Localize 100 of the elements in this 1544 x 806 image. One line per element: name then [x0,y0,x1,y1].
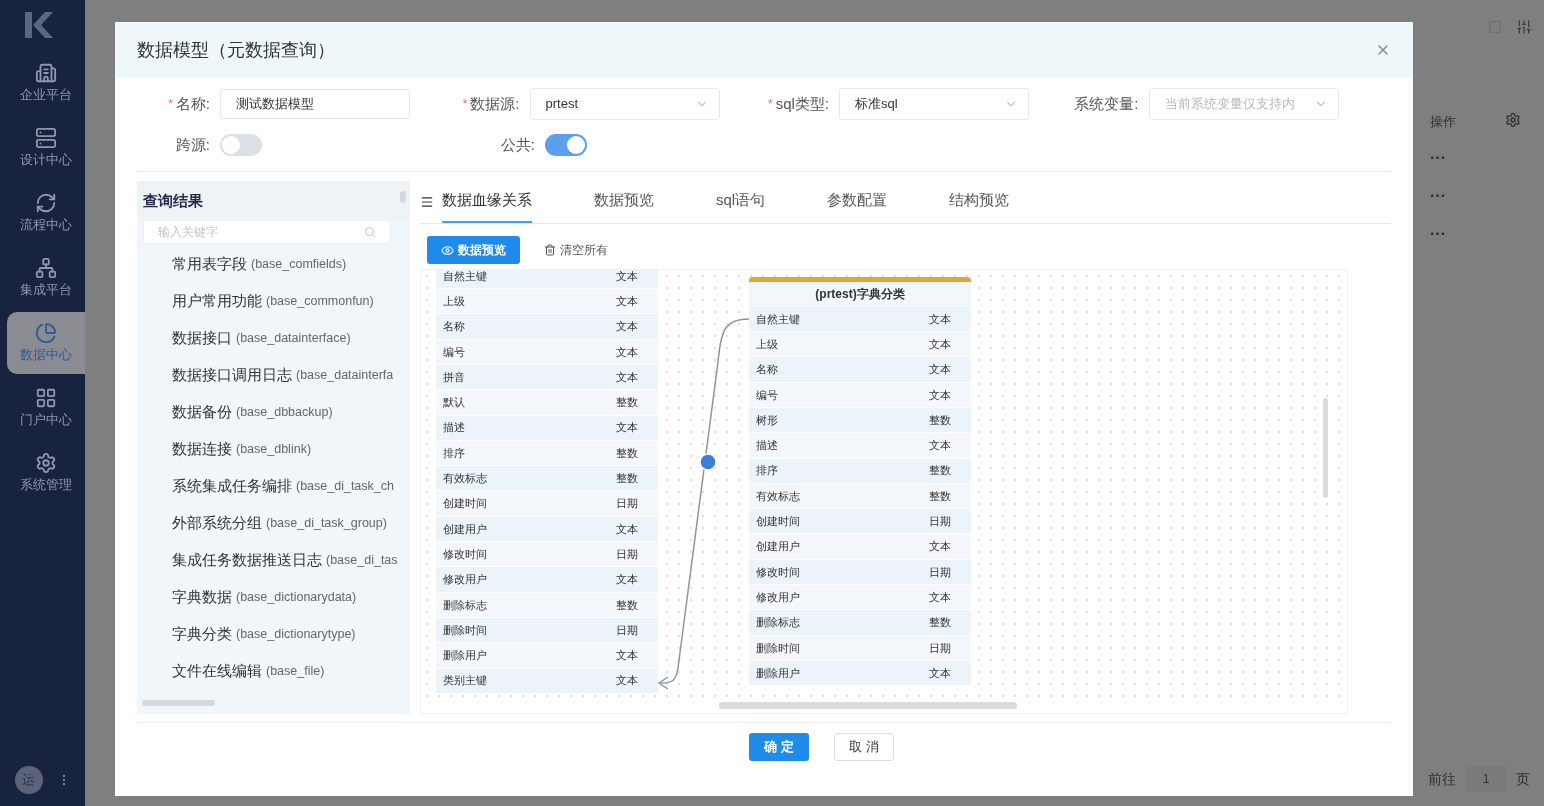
nav-icon [35,322,57,344]
table-list-item[interactable]: 字典数据 (base_dictionarydata) [172,579,398,616]
nav-icon [35,452,57,474]
field-type: 整数 [616,445,638,461]
field-type: 文本 [929,362,951,378]
field-name: 排序 [756,463,778,479]
text-field[interactable]: 测试数据模型 [220,89,410,119]
nav-item[interactable]: 流程中心 [7,181,85,244]
field-type: 文本 [616,673,638,689]
scrollbar-thumb[interactable] [142,700,215,706]
cancel-button[interactable]: 取 消 [834,733,894,761]
table-list-item[interactable]: 数据备份 (base_dbbackup) [172,394,398,431]
field-name: 删除时间 [756,640,800,656]
field-type: 文本 [616,572,638,588]
nav-item[interactable]: 系统管理 [7,441,85,504]
field-type: 文本 [616,319,638,335]
field-name: 编号 [443,344,465,360]
field-name: 默认 [443,395,465,411]
field-name: 修改时间 [443,546,487,562]
field-type: 整数 [929,615,951,631]
field-type: 日期 [929,514,951,530]
field-name: 删除用户 [443,648,487,664]
nav-icon [35,257,57,279]
table-list-item[interactable]: 字典分类 (base_dictionarytype) [172,616,398,653]
goto-label: 前往 [1428,769,1456,789]
field-type: 文本 [929,589,951,605]
nav-item[interactable]: 门户中心 [7,376,85,439]
page-unit: 页 [1516,769,1530,789]
field-name: 描述 [443,420,465,436]
field-type: 整数 [616,395,638,411]
field-name: 排序 [443,445,465,461]
field-name: 有效标志 [443,471,487,487]
field-name: 创建时间 [443,496,487,512]
nav-icon [35,62,57,84]
nav-item[interactable]: 企业平台 [7,51,85,114]
toggle-switch[interactable] [220,134,262,156]
field-label: sql类型: [775,93,829,114]
tab[interactable]: 参数配置 [827,180,888,223]
field-name: 名称 [443,319,465,335]
nav-icon [35,127,57,149]
nav-item[interactable]: 设计中心 [7,116,85,179]
field-type: 日期 [616,546,638,562]
table-list-item[interactable]: 数据连接 (base_dblink) [172,431,398,468]
nav-icon [35,387,57,409]
field-name: 删除标志 [756,615,800,631]
tab[interactable]: 数据预览 [594,180,654,223]
tab[interactable]: 数据血缘关系 [442,180,532,223]
sliders-icon[interactable] [1516,19,1532,35]
field-type: 整数 [929,463,951,479]
menu-icon [420,195,434,209]
field-type: 整数 [616,471,638,487]
field-type: 整数 [616,597,638,613]
table-list-item[interactable]: 系统集成任务编排 (base_di_task_ch [172,468,398,505]
table-list-item[interactable]: 文件在线编辑 (base_file) [172,653,398,690]
field-type: 文本 [929,665,951,681]
select-field[interactable]: 标准sql [839,88,1029,120]
trash-icon [544,244,556,257]
required-mark: * [462,96,468,113]
field-type: 文本 [616,369,638,385]
tab[interactable]: 结构预览 [949,180,1010,223]
field-name: 名称 [756,362,778,378]
table-list-item[interactable]: 用户常用功能 (base_commonfun) [172,283,398,320]
table-list-item[interactable]: 外部系统分组 (base_di_task_group) [172,505,398,542]
scrollbar-thumb[interactable] [719,701,1017,709]
field-type: 日期 [929,564,951,580]
field-name: 创建用户 [443,521,487,537]
required-mark: * [768,96,773,113]
field-name: 修改用户 [443,572,487,588]
field-type: 文本 [616,648,638,664]
table-list-item[interactable]: 数据接口调用日志 (base_datainterfa [172,357,398,394]
field-name: 上级 [443,293,465,309]
field-type: 文本 [616,269,638,284]
switch-label: 公共: [499,134,535,155]
field-type: 文本 [929,336,951,352]
field-name: 描述 [756,438,778,454]
field-type: 文本 [929,539,951,555]
scrollbar-thumb[interactable] [400,191,406,203]
switch-label: 跨源: [174,134,210,155]
select-field[interactable]: prtest [529,88,720,120]
clear-button[interactable]: 清空所有 [532,236,620,265]
dialog-title: 数据模型（元数据查询） [137,38,335,62]
field-type: 文本 [929,311,951,327]
field-name: 修改用户 [756,589,800,605]
field-type: 日期 [929,640,951,656]
required-mark: * [168,96,173,113]
field-type: 文本 [616,521,638,537]
nav-item[interactable]: 集成平台 [7,246,85,309]
scrollbar-thumb[interactable] [1323,397,1328,498]
field-name: 删除用户 [756,665,800,681]
field-label: 数据源: [470,93,520,114]
table-list-item[interactable]: 数据接口 (base_datainterface) [172,320,398,357]
field-name: 拼音 [443,369,465,385]
toggle-switch[interactable] [545,134,587,156]
settings-icon[interactable] [1505,112,1521,128]
tab[interactable]: sql语句 [716,180,766,223]
table-list-item[interactable]: 集成任务数据推送日志 (base_di_tas [172,542,398,579]
field-name: 自然主键 [756,311,800,327]
table-list-item[interactable]: 常用表字段 (base_comfields) [172,246,398,283]
field-type: 文本 [929,387,951,403]
field-type: 文本 [616,344,638,360]
